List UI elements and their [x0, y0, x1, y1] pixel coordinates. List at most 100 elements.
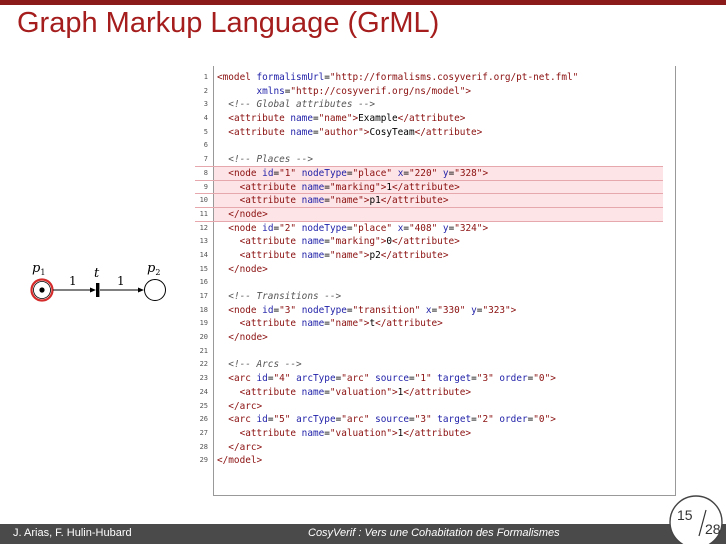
code-text: <arc id="5" arcType="arc" source="3" tar…	[228, 414, 556, 426]
code-text: </arc>	[228, 441, 263, 453]
page-total: 28	[705, 521, 721, 537]
line-number: 14	[199, 250, 208, 259]
code-line: 14 <attribute name="name">p2</attribute>	[190, 249, 690, 263]
line-number: 1	[203, 73, 208, 81]
code-line: 23 <arc id="4" arcType="arc" source="1" …	[190, 372, 690, 386]
top-accent-bar	[0, 0, 726, 5]
line-number: 8	[203, 168, 208, 177]
code-text: <model formalismUrl="http://formalisms.c…	[217, 72, 579, 83]
line-number: 19	[199, 319, 208, 328]
line-number: 4	[203, 114, 208, 123]
code-text: </node>	[228, 263, 268, 275]
transition-t	[96, 283, 100, 297]
line-number: 12	[199, 223, 208, 232]
code-line: 16	[190, 276, 690, 290]
code-line: 8 <node id="1" nodeType="place" x="220" …	[190, 167, 690, 181]
code-text: <attribute name="name">p2</attribute>	[239, 249, 449, 261]
line-number: 13	[199, 237, 208, 246]
code-line: 22 <!-- Arcs -->	[190, 358, 690, 372]
arc2-weight: 1	[117, 274, 125, 288]
code-line: 9 <attribute name="marking">1</attribute…	[190, 181, 690, 195]
line-number: 27	[199, 428, 208, 437]
code-line: 21	[190, 345, 690, 359]
code-text: <attribute name="author">CosyTeam</attri…	[228, 126, 483, 138]
line-number: 17	[199, 292, 208, 300]
line-number: 20	[199, 333, 208, 342]
arc1-weight: 1	[69, 274, 77, 288]
petri-net-diagram: p1 p2 t 1 1	[20, 255, 180, 315]
place-p2	[144, 279, 166, 301]
code-line: 11 </node>	[190, 208, 690, 222]
code-line: 28 </arc>	[190, 441, 690, 455]
code-line: 1 <model formalismUrl="http://formalisms.…	[190, 71, 690, 85]
code-text: <!-- Global attributes -->	[228, 99, 376, 111]
code-text: <attribute name="valuation">1</attribute…	[239, 386, 472, 398]
line-number: 5	[203, 127, 208, 136]
line-number: 16	[199, 278, 208, 287]
footer-bar: J. Arias, F. Hulin-Hubard CosyVerif : Ve…	[0, 524, 726, 544]
line-number: 11	[199, 209, 208, 218]
line-number: 3	[203, 100, 208, 109]
code-line: 10 <attribute name="name">p1</attribute>	[190, 194, 690, 208]
page-counter: 15 28	[666, 492, 726, 548]
code-line: 12 <node id="2" nodeType="place" x="408"…	[190, 222, 690, 236]
code-text: <node id="2" nodeType="place" x="408" y=…	[228, 222, 489, 234]
p1-label: p1	[32, 261, 45, 277]
code-line: 26 <arc id="5" arcType="arc" source="3" …	[190, 413, 690, 427]
code-text: <attribute name="marking">1</attribute>	[239, 181, 460, 193]
t-label: t	[94, 266, 100, 281]
code-line: 20 </node>	[190, 331, 690, 345]
footer-authors: J. Arias, F. Hulin-Hubard	[13, 527, 132, 539]
line-number: 15	[199, 264, 208, 273]
line-number: 7	[203, 155, 208, 164]
code-text: <!-- Transitions -->	[228, 291, 342, 302]
code-line: 17 <!-- Transitions -->	[190, 290, 690, 304]
line-number: 6	[203, 141, 208, 150]
highlight-separator	[195, 193, 663, 195]
code-text: <!-- Places -->	[228, 154, 313, 166]
code-text: </model>	[217, 455, 263, 467]
highlight-separator	[195, 220, 663, 222]
line-number: 21	[199, 346, 208, 355]
code-text: <!-- Arcs -->	[228, 359, 302, 371]
code-text: </arc>	[228, 400, 263, 412]
code-line: 6	[190, 139, 690, 153]
page-current: 15	[677, 507, 693, 523]
token	[39, 287, 45, 293]
line-number: 18	[199, 305, 208, 314]
code-line: 15 </node>	[190, 263, 690, 277]
code-text: <attribute name="name">t</attribute>	[239, 318, 443, 330]
code-line: 25 </arc>	[190, 400, 690, 414]
code-text: <node id="1" nodeType="place" x="220" y=…	[228, 167, 489, 179]
arrowhead-p1-t	[90, 287, 96, 293]
code-text: <node id="3" nodeType="transition" x="33…	[228, 304, 517, 316]
code-text: <attribute name="valuation">1</attribute…	[239, 427, 472, 439]
code-text: <arc id="4" arcType="arc" source="1" tar…	[228, 373, 556, 385]
line-number: 24	[199, 387, 208, 396]
line-number: 10	[199, 196, 208, 205]
line-number: 26	[199, 415, 208, 424]
footer-title: CosyVerif : Vers une Cohabitation des Fo…	[308, 527, 560, 539]
line-number: 2	[203, 86, 208, 95]
line-number: 29	[199, 456, 208, 465]
code-text: <attribute name="name">Example</attribut…	[228, 113, 466, 125]
highlight-separator	[195, 165, 663, 167]
code-text: xmlns="http://cosyverif.org/ns/model">	[256, 85, 472, 97]
code-line: 24 <attribute name="valuation">1</attrib…	[190, 386, 690, 400]
line-number: 28	[199, 442, 208, 451]
p2-label: p2	[147, 261, 160, 277]
code-line: 19 <attribute name="name">t</attribute>	[190, 317, 690, 331]
arrowhead-t-p2	[138, 287, 144, 293]
line-number: 22	[199, 360, 208, 369]
code-line: 2 xmlns="http://cosyverif.org/ns/model">	[190, 85, 690, 99]
line-number: 25	[199, 401, 208, 410]
code-text: </node>	[228, 332, 268, 344]
code-line: 18 <node id="3" nodeType="transition" x=…	[190, 304, 690, 318]
code-line: 5 <attribute name="author">CosyTeam</att…	[190, 126, 690, 140]
line-number: 9	[203, 182, 208, 191]
highlight-separator	[195, 207, 663, 208]
highlight-separator	[195, 179, 663, 181]
code-line: 3 <!-- Global attributes -->	[190, 98, 690, 112]
code-text: <attribute name="marking">0</attribute>	[239, 236, 460, 248]
code-line: 7 <!-- Places -->	[190, 153, 690, 167]
